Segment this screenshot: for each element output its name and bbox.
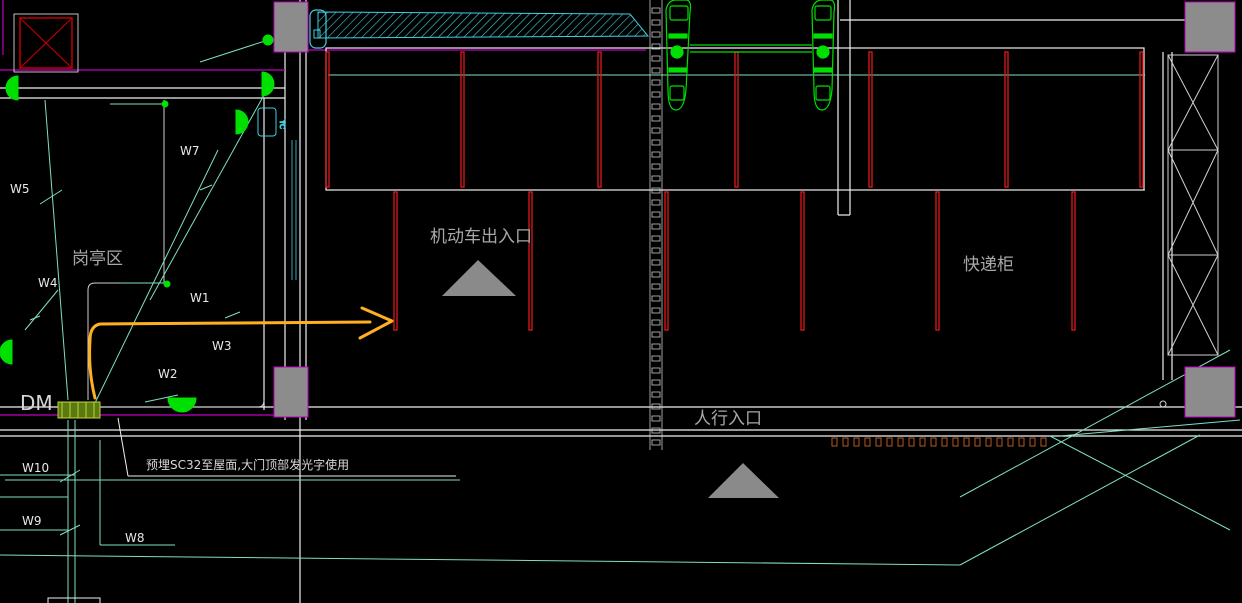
track-tick (651, 127, 661, 134)
track-tick (651, 67, 661, 74)
brown-tick (985, 437, 992, 447)
brown-tick (996, 437, 1003, 447)
dm-box (57, 401, 101, 419)
dm-label: DM (20, 391, 53, 415)
brown-tick (831, 437, 838, 447)
track-tick (651, 31, 661, 38)
brown-tick (1040, 437, 1047, 447)
brown-tick (919, 437, 926, 447)
track-tick (651, 367, 661, 374)
brown-dashed-band (831, 437, 1047, 447)
wire-label-w3: W3 (212, 339, 232, 353)
brown-tick (842, 437, 849, 447)
track-tick (651, 415, 661, 422)
vehicle-entrance-label: 机动车出入口 (430, 227, 532, 247)
track-tick (651, 151, 661, 158)
exit-sign-icon: YC (257, 107, 287, 137)
track-tick (651, 211, 661, 218)
track-tick (651, 103, 661, 110)
track-tick (651, 235, 661, 242)
brown-tick (875, 437, 882, 447)
track-tick (651, 7, 661, 14)
red-posts (325, 51, 1144, 331)
svg-text:YC: YC (278, 119, 286, 129)
structural-columns (273, 1, 1236, 418)
wire-label-w5: W5 (10, 182, 30, 196)
brown-tick (963, 437, 970, 447)
gate-beam (309, 9, 650, 49)
brown-tick (853, 437, 860, 447)
brown-tick (930, 437, 937, 447)
track-tick (651, 139, 661, 146)
wire-label-w9: W9 (22, 514, 42, 528)
wire-label-w10: W10 (22, 461, 49, 475)
track-tick (651, 199, 661, 206)
track-tick (651, 331, 661, 338)
marker-dot (1159, 400, 1167, 408)
building-walls (0, 0, 1242, 603)
up-arrow-triangle-icon (442, 260, 779, 498)
track-tick (651, 79, 661, 86)
track-tick (651, 343, 661, 350)
wire-label-w8: W8 (125, 531, 145, 545)
track-ticks (651, 7, 661, 446)
wire-label-w2: W2 (158, 367, 178, 381)
track-tick (651, 379, 661, 386)
cad-drawing-canvas[interactable]: YC 岗亭区 机动车出入口 人行入口 快递柜 DM 预埋SC32至屋面,大门顶部… (0, 0, 1242, 603)
brown-tick (1007, 437, 1014, 447)
pedestrian-entrance-label: 人行入口 (694, 409, 762, 429)
track-tick (651, 355, 661, 362)
track-tick (651, 295, 661, 302)
track-tick (651, 163, 661, 170)
elevator-icon (13, 13, 79, 73)
brown-tick (864, 437, 871, 447)
brown-tick (974, 437, 981, 447)
light-fixture-icon (0, 34, 275, 413)
track-tick (651, 115, 661, 122)
brown-tick (952, 437, 959, 447)
brown-tick (1018, 437, 1025, 447)
brown-tick (908, 437, 915, 447)
brown-tick (1029, 437, 1036, 447)
track-tick (651, 271, 661, 278)
magenta-lines (0, 0, 1235, 416)
bottom-box (47, 597, 101, 603)
wire-label-w4: W4 (38, 276, 58, 290)
track-tick (651, 391, 661, 398)
track-tick (651, 307, 661, 314)
track-tick (651, 223, 661, 230)
track-tick (651, 283, 661, 290)
track-tick (651, 91, 661, 98)
track-tick (651, 247, 661, 254)
track-tick (651, 319, 661, 326)
track-tick (651, 259, 661, 266)
brown-tick (941, 437, 948, 447)
conduit-lines (0, 39, 1241, 603)
riser-lines (291, 140, 297, 280)
track-tick (651, 175, 661, 182)
track-tick (651, 55, 661, 62)
wire-label-w1: W1 (190, 291, 210, 305)
track-tick (651, 439, 661, 446)
track-tick (651, 19, 661, 26)
guard-booth-label: 岗亭区 (72, 249, 123, 269)
wire-tick-marks (29, 184, 241, 536)
wire-label-w7: W7 (180, 144, 200, 158)
gate-barrier-icon (665, 0, 836, 111)
note-label: 预埋SC32至屋面,大门顶部发光字使用 (146, 457, 349, 472)
brown-tick (897, 437, 904, 447)
parcel-locker-label: 快递柜 (963, 255, 1014, 275)
brown-tick (886, 437, 893, 447)
lift-shaft-structure (1167, 54, 1219, 356)
